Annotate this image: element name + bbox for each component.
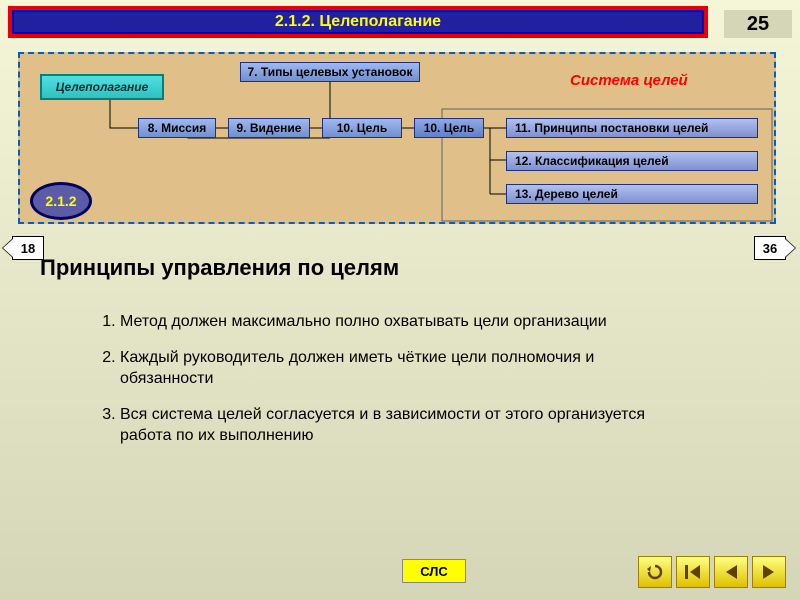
box-10[interactable]: 10. Цель (322, 118, 402, 138)
principles-list: Метод должен максимально полно охватыват… (80, 311, 680, 461)
box-11[interactable]: 11. Принципы постановки целей (506, 118, 758, 138)
title-text: 2.1.2. Целеполагание (12, 10, 704, 34)
content-heading: Принципы управления по целям (40, 255, 399, 281)
undo-icon[interactable] (638, 556, 672, 588)
box-13[interactable]: 13. Дерево целей (506, 184, 758, 204)
page-number: 25 (724, 10, 792, 38)
box-main[interactable]: Целеполагание (40, 74, 164, 100)
title-bar: 2.1.2. Целеполагание (8, 6, 708, 38)
system-label: Система целей (570, 72, 688, 89)
list-item: Вся система целей согласуется и в зависи… (120, 404, 680, 447)
box-8[interactable]: 8. Миссия (138, 118, 216, 138)
diagram-panel: Целеполагание 7. Типы целевых установок … (18, 52, 776, 224)
list-item: Метод должен максимально полно охватыват… (120, 311, 680, 333)
first-icon[interactable] (676, 556, 710, 588)
box-10b[interactable]: 10. Цель (414, 118, 484, 138)
next-icon[interactable] (752, 556, 786, 588)
list-item: Каждый руководитель должен иметь чёткие … (120, 347, 680, 390)
box-12[interactable]: 12. Классификация целей (506, 151, 758, 171)
box-9[interactable]: 9. Видение (228, 118, 310, 138)
section-badge[interactable]: 2.1.2 (30, 182, 92, 220)
sls-button[interactable]: СЛС (402, 559, 466, 583)
box-7[interactable]: 7. Типы целевых установок (240, 62, 420, 82)
nav-next-button[interactable]: 36 (754, 236, 786, 260)
prev-icon[interactable] (714, 556, 748, 588)
